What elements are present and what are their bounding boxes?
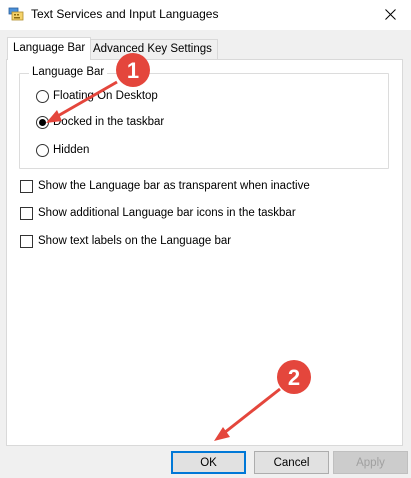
checkbox-label: Show additional Language bar icons in th…: [38, 207, 296, 219]
radio-label: Floating On Desktop: [53, 90, 158, 102]
checkbox-text-labels[interactable]: Show text labels on the Language bar: [20, 233, 231, 249]
checkbox-transparent-when-inactive[interactable]: Show the Language bar as transparent whe…: [20, 178, 310, 194]
tab-language-bar[interactable]: Language Bar: [7, 37, 92, 60]
dialog-body: Language Bar Advanced Key Settings Langu…: [0, 30, 411, 478]
radio-docked-in-taskbar[interactable]: Docked in the taskbar: [36, 114, 164, 130]
checkbox[interactable]: [20, 179, 33, 193]
radio-button[interactable]: [36, 143, 49, 157]
keyboard-languages-icon: [8, 7, 24, 21]
tab-panel: Language Bar Floating On Desktop Docked …: [6, 59, 403, 446]
close-button[interactable]: [372, 0, 408, 28]
window-title: Text Services and Input Languages: [31, 7, 219, 21]
checkbox-additional-icons[interactable]: Show additional Language bar icons in th…: [20, 205, 296, 221]
radio-label: Docked in the taskbar: [53, 116, 165, 128]
checkbox[interactable]: [20, 234, 33, 248]
checkbox-label: Show the Language bar as transparent whe…: [38, 180, 310, 192]
ok-button[interactable]: OK: [171, 451, 246, 474]
cancel-button[interactable]: Cancel: [254, 451, 329, 474]
checkbox[interactable]: [20, 206, 33, 220]
tab-advanced-key-settings[interactable]: Advanced Key Settings: [87, 39, 218, 60]
language-bar-groupbox: Language Bar Floating On Desktop Docked …: [19, 66, 389, 169]
groupbox-legend: Language Bar: [29, 66, 108, 78]
radio-hidden[interactable]: Hidden: [36, 142, 89, 158]
close-icon: [384, 8, 396, 20]
title-bar: Text Services and Input Languages: [0, 0, 411, 30]
apply-button[interactable]: Apply: [333, 451, 408, 474]
radio-button[interactable]: [36, 89, 49, 103]
radio-floating-on-desktop[interactable]: Floating On Desktop: [36, 88, 158, 104]
radio-button-selected[interactable]: [36, 115, 49, 129]
checkbox-label: Show text labels on the Language bar: [38, 235, 232, 247]
radio-label: Hidden: [53, 144, 90, 156]
